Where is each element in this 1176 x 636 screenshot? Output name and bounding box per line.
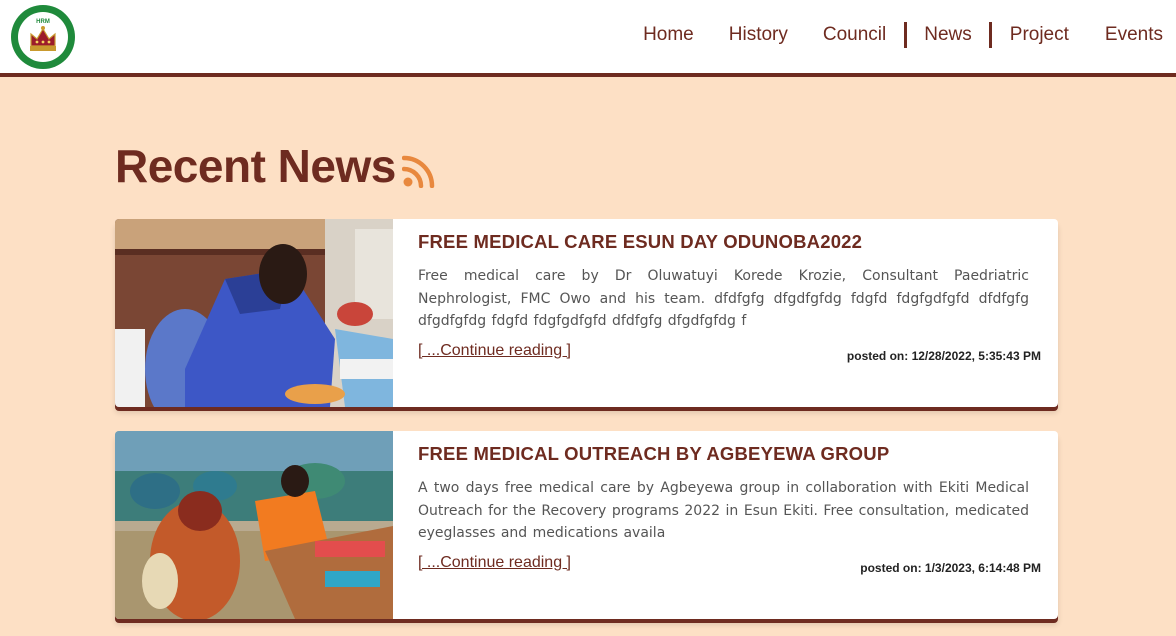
news-thumbnail[interactable]	[115, 431, 393, 619]
nav-home[interactable]: Home	[643, 22, 694, 48]
posted-date: posted on: 1/3/2023, 6:14:48 PM	[860, 561, 1041, 575]
posted-date: posted on: 12/28/2022, 5:35:43 PM	[846, 349, 1041, 363]
nav-divider	[904, 22, 908, 48]
continue-reading-link[interactable]: [ ...Continue reading ]	[418, 554, 571, 572]
logo-emblem: HRM	[18, 12, 68, 62]
page-title: Recent News	[115, 140, 396, 192]
rss-icon[interactable]	[401, 154, 436, 188]
news-card[interactable]: FREE MEDICAL OUTREACH BY AGBEYEWA GROUP …	[115, 431, 1058, 619]
nav-events[interactable]: Events	[1105, 22, 1163, 48]
news-excerpt: A two days free medical care by Agbeyewa…	[418, 480, 1029, 541]
site-header: HRM Home History Council News Project Ev…	[0, 0, 1176, 77]
crown-icon: HRM	[30, 19, 56, 51]
news-title[interactable]: FREE MEDICAL CARE ESUN DAY ODUNOBA2022	[418, 231, 862, 253]
logo-top-text: HRM	[36, 19, 50, 25]
main-nav: Home History Council News Project Events	[643, 22, 1163, 48]
nav-council[interactable]: Council	[823, 22, 886, 48]
news-excerpt: Free medical care by Dr Oluwatuyi Korede…	[418, 268, 1029, 329]
continue-reading-link[interactable]: [ ...Continue reading ]	[418, 342, 571, 360]
site-logo[interactable]: HRM	[11, 5, 75, 69]
news-title[interactable]: FREE MEDICAL OUTREACH BY AGBEYEWA GROUP	[418, 443, 889, 465]
nav-history[interactable]: History	[729, 22, 788, 48]
news-card[interactable]: FREE MEDICAL CARE ESUN DAY ODUNOBA2022 F…	[115, 219, 1058, 407]
nav-news[interactable]: News	[924, 22, 972, 48]
page-heading: Recent News	[115, 140, 436, 192]
nav-divider	[988, 22, 992, 48]
nav-project[interactable]: Project	[1010, 22, 1069, 48]
news-thumbnail[interactable]	[115, 219, 393, 407]
